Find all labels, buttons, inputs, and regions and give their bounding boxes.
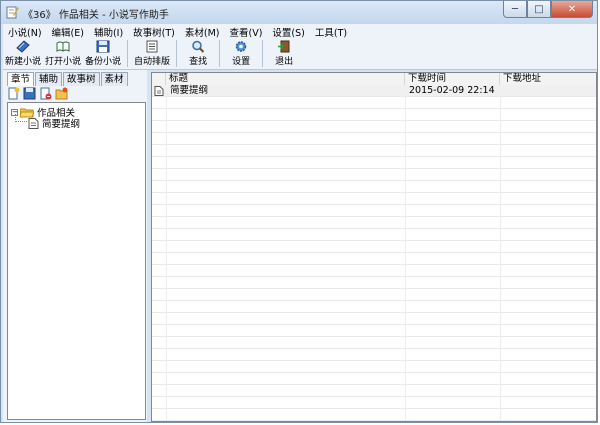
chapter-tree[interactable]: − 作品相关 简要提纲 <box>7 102 146 420</box>
menu-settings[interactable]: 设置(S) <box>267 25 309 39</box>
empty-row <box>152 133 596 145</box>
open-novel-button[interactable]: 打开小说 <box>43 39 83 67</box>
empty-row <box>152 121 596 133</box>
empty-row <box>152 217 596 229</box>
app-window: 《36》 作品相关 - 小说写作助手 ─ □ ✕ 小说(N) 编辑(E) 辅助(… <box>0 0 598 423</box>
empty-row <box>152 241 596 253</box>
tab-chapters[interactable]: 章节 <box>7 72 35 86</box>
tab-material[interactable]: 素材 <box>100 72 128 86</box>
left-tabs: 章节 辅助 故事树 素材 <box>7 72 129 86</box>
menu-bar: 小说(N) 编辑(E) 辅助(I) 故事树(T) 素材(M) 查看(V) 设置(… <box>3 24 597 39</box>
exit-door-icon <box>278 40 290 53</box>
auto-layout-label: 自动排版 <box>134 57 171 67</box>
app-notepad-icon <box>6 6 19 19</box>
empty-row <box>152 289 596 301</box>
empty-row <box>152 253 596 265</box>
empty-row <box>152 205 596 217</box>
empty-row <box>152 313 596 325</box>
empty-row <box>152 145 596 157</box>
delete-item-icon[interactable] <box>39 87 52 100</box>
empty-row <box>152 361 596 373</box>
menu-edit[interactable]: 编辑(E) <box>47 25 89 39</box>
find-label: 查找 <box>189 57 208 67</box>
main-toolbar: 新建小说 打开小说 备份小说 自动排版 查找 设置 退出 <box>3 39 597 70</box>
empty-row <box>152 409 596 421</box>
maximize-icon: □ <box>534 3 544 15</box>
backup-novel-button[interactable]: 备份小说 <box>83 39 123 67</box>
header-download-time[interactable]: 下载时间 <box>405 73 500 85</box>
minimize-icon: ─ <box>511 3 519 15</box>
empty-row <box>152 277 596 289</box>
header-title[interactable]: 标题 <box>166 73 405 85</box>
document-list[interactable]: 标题 下载时间 下载地址 简要提纲 2015-02-09 22:14 <box>151 72 597 422</box>
empty-row <box>152 193 596 205</box>
header-download-address[interactable]: 下载地址 <box>500 73 596 85</box>
new-novel-label: 新建小说 <box>5 57 42 67</box>
empty-row <box>152 325 596 337</box>
toolbar-separator <box>127 40 129 67</box>
floppy-disk-icon <box>96 40 110 53</box>
open-novel-label: 打开小说 <box>45 57 82 67</box>
toolbar-separator <box>262 40 264 67</box>
empty-row <box>152 169 596 181</box>
minimize-button[interactable]: ─ <box>503 1 527 18</box>
empty-row <box>152 301 596 313</box>
close-icon: ✕ <box>567 3 577 15</box>
tree-toolbar <box>7 86 71 101</box>
header-icon-col <box>152 73 166 85</box>
menu-assist[interactable]: 辅助(I) <box>89 25 128 39</box>
row-download-time: 2015-02-09 22:14 <box>409 85 495 96</box>
document-layout-icon <box>146 40 158 53</box>
empty-row <box>152 229 596 241</box>
exit-button[interactable]: 退出 <box>267 39 301 67</box>
exit-label: 退出 <box>275 57 294 67</box>
settings-label: 设置 <box>232 57 251 67</box>
menu-view[interactable]: 查看(V) <box>225 25 268 39</box>
title-bar[interactable]: 《36》 作品相关 - 小说写作助手 ─ □ ✕ <box>1 1 597 24</box>
new-novel-button[interactable]: 新建小说 <box>3 39 43 67</box>
backup-novel-label: 备份小说 <box>85 57 122 67</box>
gear-icon <box>235 41 247 52</box>
maximize-button[interactable]: □ <box>527 1 551 18</box>
table-row[interactable]: 简要提纲 2015-02-09 22:14 <box>152 85 596 97</box>
magnifier-icon <box>192 40 205 53</box>
new-item-icon[interactable] <box>7 87 20 100</box>
empty-row <box>152 421 596 422</box>
empty-row <box>152 373 596 385</box>
empty-row <box>152 109 596 121</box>
tree-node-child[interactable]: 简要提纲 <box>28 116 80 130</box>
empty-row <box>152 181 596 193</box>
window-title: 《36》 作品相关 - 小说写作助手 <box>23 10 169 21</box>
tree-child-label: 简要提纲 <box>42 119 81 130</box>
open-book-icon <box>56 41 70 52</box>
empty-row <box>152 337 596 349</box>
left-panel: 章节 辅助 故事树 素材 − 作品相关 简要提纲 <box>3 70 147 422</box>
menu-material[interactable]: 素材(M) <box>180 25 225 39</box>
tree-connector <box>15 121 27 123</box>
empty-row <box>152 397 596 409</box>
tab-assist[interactable]: 辅助 <box>35 72 63 86</box>
toolbar-separator <box>176 40 178 67</box>
document-icon <box>28 117 39 129</box>
empty-row <box>152 385 596 397</box>
empty-row <box>152 349 596 361</box>
new-book-icon <box>16 40 30 53</box>
row-title: 简要提纲 <box>170 85 209 96</box>
empty-row <box>152 97 596 109</box>
save-icon[interactable] <box>23 87 36 100</box>
window-controls: ─ □ ✕ <box>503 1 593 19</box>
toolbar-separator <box>219 40 221 67</box>
tab-story-tree[interactable]: 故事树 <box>63 72 100 86</box>
empty-row <box>152 157 596 169</box>
close-button[interactable]: ✕ <box>551 1 593 18</box>
menu-story-tree[interactable]: 故事树(T) <box>128 25 180 39</box>
auto-layout-button[interactable]: 自动排版 <box>132 39 172 67</box>
find-button[interactable]: 查找 <box>181 39 215 67</box>
settings-button[interactable]: 设置 <box>224 39 258 67</box>
empty-row <box>152 265 596 277</box>
menu-novel[interactable]: 小说(N) <box>3 25 47 39</box>
folder-add-icon[interactable] <box>55 87 68 100</box>
document-icon <box>154 86 164 96</box>
menu-tools[interactable]: 工具(T) <box>310 25 352 39</box>
